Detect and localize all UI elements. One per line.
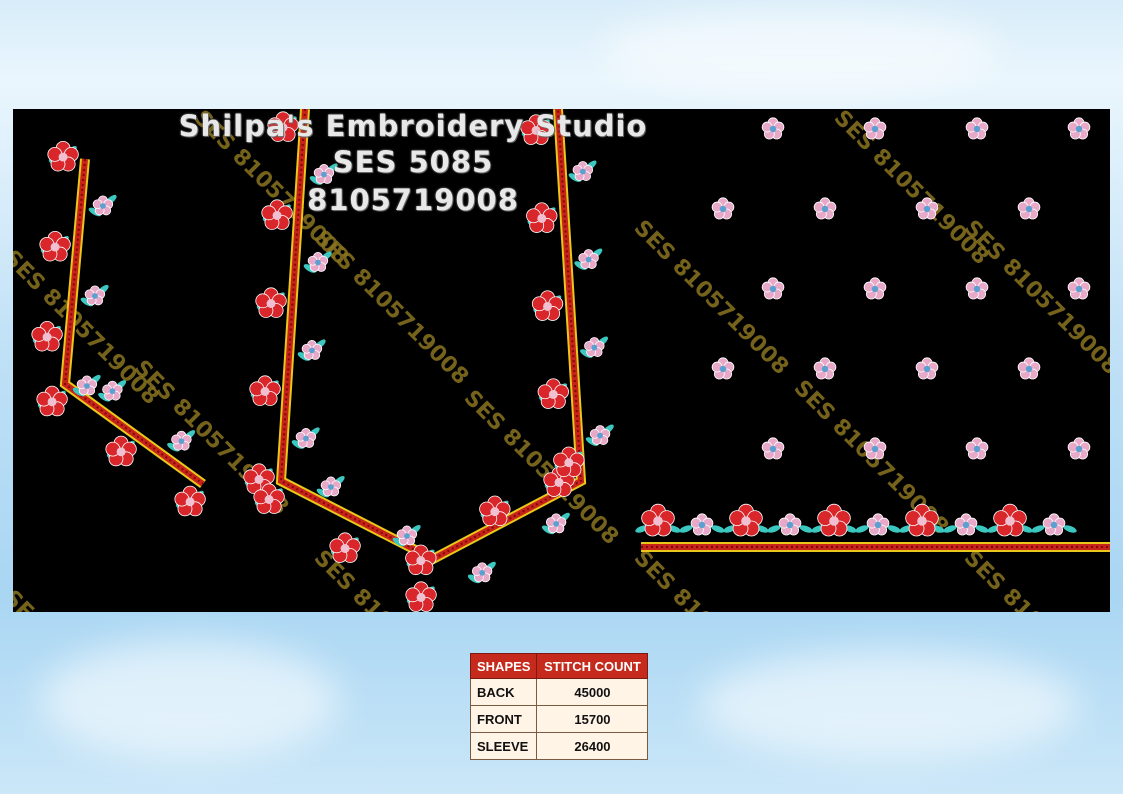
column-header-stitch-count: STITCH COUNT: [536, 653, 649, 679]
embroidery-design-panel: SES 8105719008 SES 8105719008 SES 81057190…: [13, 109, 1110, 612]
flower-motif: [711, 197, 735, 220]
flower-motif: [915, 357, 939, 380]
flower-motif: [1017, 197, 1041, 220]
flower-motif: [866, 513, 890, 536]
flower-motif: [105, 435, 137, 467]
flower-motif: [1067, 117, 1091, 140]
flower-motif: [863, 117, 887, 140]
flower-motif: [965, 437, 989, 460]
background-cloud: [700, 650, 1080, 760]
flower-motif: [813, 197, 837, 220]
flower-motif: [1067, 277, 1091, 300]
flower-motif: [531, 290, 564, 321]
shape-cell: SLEEVE: [469, 732, 538, 760]
watermark-text: SES 8105719008: [459, 386, 623, 550]
flower-motif: [761, 277, 785, 300]
flower-motif: [965, 117, 989, 140]
flower-motif: [174, 485, 206, 517]
flower-motif: [479, 495, 511, 527]
flower-motif: [1017, 357, 1041, 380]
flower-motif: [729, 503, 763, 537]
table-row: SLEEVE 26400: [469, 732, 649, 760]
flower-motif: [817, 503, 851, 537]
flower-motif: [405, 581, 437, 612]
watermark-text: SES 8105719008: [629, 546, 793, 612]
phone-number: 8105719008: [307, 183, 519, 217]
shape-cell: FRONT: [469, 705, 538, 733]
watermark-text: SES 8105719008: [309, 226, 473, 390]
flower-motif: [965, 277, 989, 300]
flower-motif: [47, 140, 79, 172]
flower-motif: [711, 357, 735, 380]
flower-motif: [537, 378, 569, 409]
flower-motif: [778, 513, 802, 536]
shape-cell: BACK: [469, 678, 538, 706]
background-cloud: [40, 640, 340, 760]
table-header-row: SHAPES STITCH COUNT: [469, 653, 649, 679]
stitch-count-table: SHAPES STITCH COUNT BACK 45000 FRONT 157…: [469, 653, 649, 760]
watermark-text: SES 8105719008: [13, 586, 163, 612]
flower-motif: [255, 287, 287, 318]
count-cell: 45000: [536, 678, 649, 706]
flower-motif: [761, 117, 785, 140]
flower-motif: [690, 513, 714, 536]
flower-motif: [329, 532, 361, 563]
flower-motif: [813, 357, 837, 380]
watermark-text: SES 8105719008: [959, 546, 1110, 612]
flower-motif: [1042, 513, 1066, 536]
column-header-shapes: SHAPES: [469, 653, 538, 679]
count-cell: 15700: [536, 705, 649, 733]
table-row: BACK 45000: [469, 678, 649, 706]
flower-motif: [761, 437, 785, 460]
flower-motif: [1067, 437, 1091, 460]
table-row: FRONT 15700: [469, 705, 649, 733]
studio-title: Shilpa's Embroidery Studio: [178, 109, 648, 143]
flower-motif: [31, 320, 63, 352]
flower-motif: [36, 385, 68, 417]
flower-motif: [641, 503, 675, 537]
design-code: SES 5085: [332, 145, 494, 179]
count-cell: 26400: [536, 732, 649, 760]
background-cloud: [600, 10, 1000, 90]
flower-motif: [39, 230, 71, 262]
flower-motif: [863, 277, 887, 300]
title-block: Shilpa's Embroidery Studio SES 5085 8105…: [163, 109, 663, 219]
flower-motif: [954, 513, 978, 536]
flower-motif: [249, 375, 281, 406]
flower-motif: [993, 503, 1027, 537]
